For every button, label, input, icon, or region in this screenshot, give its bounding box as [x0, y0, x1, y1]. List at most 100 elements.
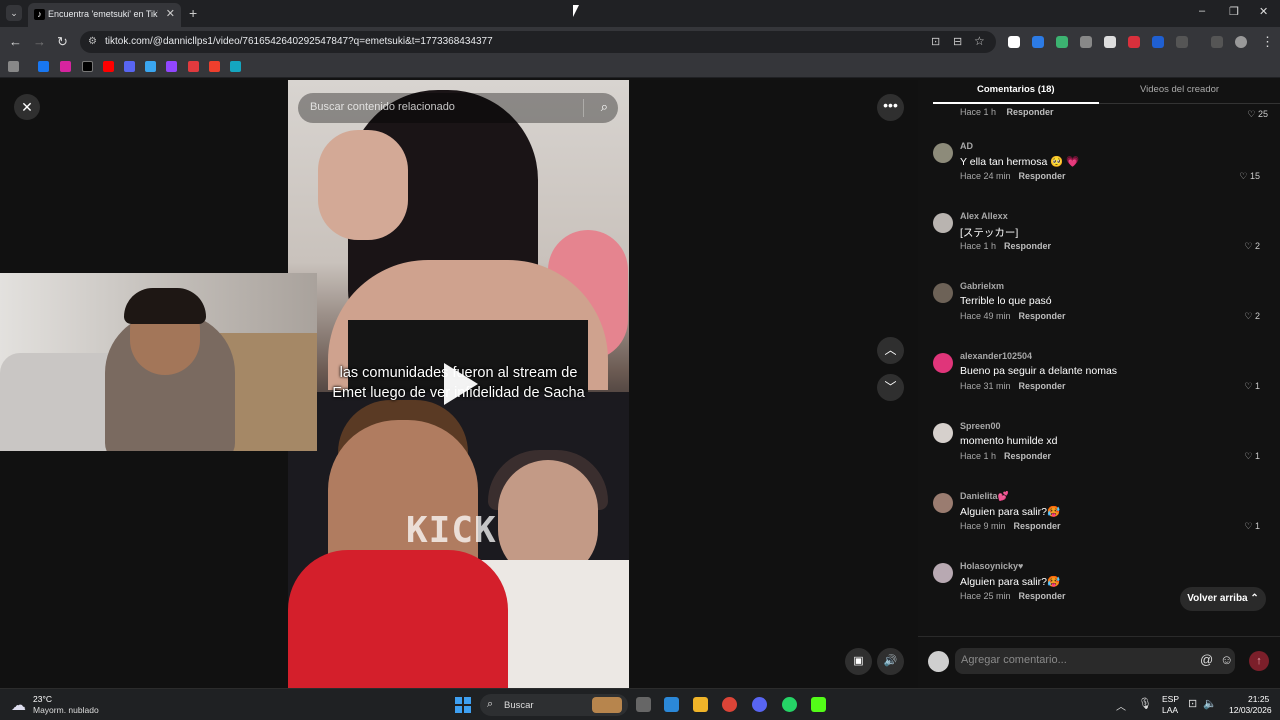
- windows-start-icon[interactable]: [455, 697, 471, 713]
- whatsapp-icon[interactable]: [782, 697, 797, 712]
- previous-video-button[interactable]: ︿: [877, 337, 904, 364]
- comment-username[interactable]: Alex Allexx: [960, 211, 1008, 221]
- more-options-button[interactable]: •••: [877, 94, 904, 121]
- language-indicator[interactable]: ESP: [1162, 694, 1179, 704]
- like-count[interactable]: ♡ 25: [1247, 109, 1268, 120]
- reload-icon[interactable]: ↻: [57, 34, 68, 50]
- play-icon[interactable]: [444, 363, 478, 405]
- extension-icon[interactable]: [1080, 36, 1092, 48]
- close-window-button[interactable]: ✕: [1259, 5, 1268, 18]
- extension-icon[interactable]: [1032, 36, 1044, 48]
- twitch-icon[interactable]: [166, 61, 177, 72]
- like-count[interactable]: ♡ 1: [1244, 451, 1260, 462]
- tab-search-dropdown[interactable]: ⌄: [6, 5, 22, 21]
- shield-extension-icon[interactable]: [1056, 36, 1068, 48]
- reply-button[interactable]: Responder: [1019, 171, 1066, 181]
- bookmark-icon[interactable]: [145, 61, 156, 72]
- emoji-icon[interactable]: ☺: [1220, 652, 1233, 667]
- bookmark-star-icon[interactable]: ☆: [974, 34, 985, 48]
- browser-tab[interactable]: ♪ Encuentra 'emetsuki' en TikTok ✕: [28, 3, 181, 27]
- reply-button[interactable]: Responder: [1004, 451, 1051, 461]
- instagram-icon[interactable]: [60, 61, 71, 72]
- comment-username[interactable]: Gabrielxm: [960, 281, 1004, 291]
- avatar[interactable]: [933, 283, 953, 303]
- address-bar[interactable]: ⚙ tiktok.com/@dannicllps1/video/76165426…: [80, 31, 996, 53]
- bookmark-icon[interactable]: [124, 61, 135, 72]
- store-icon[interactable]: [664, 697, 679, 712]
- like-count[interactable]: ♡ 1: [1244, 521, 1260, 532]
- comment-input[interactable]: Agregar comentario... @ ☺: [955, 648, 1235, 674]
- clock-date[interactable]: 12/03/2026: [1229, 705, 1272, 715]
- restore-button[interactable]: ❐: [1229, 5, 1239, 18]
- reply-button[interactable]: Responder: [1007, 107, 1054, 117]
- bookmark-icon[interactable]: [209, 61, 220, 72]
- bookmark-icon[interactable]: [188, 61, 199, 72]
- avatar[interactable]: [933, 423, 953, 443]
- minimize-button[interactable]: –: [1199, 5, 1205, 17]
- reading-list-icon[interactable]: [1211, 36, 1223, 48]
- speaker-icon[interactable]: 🔈: [1203, 697, 1217, 710]
- like-count[interactable]: ♡ 15: [1239, 171, 1260, 182]
- comment-username[interactable]: Danielita💕: [960, 491, 1009, 502]
- tab-creator-videos[interactable]: Videos del creador: [1140, 84, 1219, 95]
- tab-close-icon[interactable]: ✕: [166, 7, 175, 20]
- extension-icon[interactable]: [1104, 36, 1116, 48]
- reply-button[interactable]: Responder: [1004, 241, 1051, 251]
- comment-username[interactable]: Holasoynicky♥: [960, 561, 1023, 571]
- reply-button[interactable]: Responder: [1019, 591, 1066, 601]
- avatar[interactable]: [933, 563, 953, 583]
- like-count[interactable]: ♡ 1: [1244, 381, 1260, 392]
- forward-arrow-icon[interactable]: →: [33, 34, 46, 49]
- like-count[interactable]: ♡ 2: [1244, 241, 1260, 252]
- volume-button[interactable]: 🔊: [877, 648, 904, 675]
- network-icon[interactable]: ⊡: [1188, 697, 1197, 710]
- puzzle-extensions-icon[interactable]: [1176, 36, 1188, 48]
- avatar[interactable]: [933, 213, 953, 233]
- translate-icon[interactable]: ⊡: [931, 35, 940, 48]
- close-video-button[interactable]: ✕: [14, 94, 40, 120]
- like-count[interactable]: ♡ 2: [1244, 311, 1260, 322]
- x-icon[interactable]: [82, 61, 93, 72]
- keyboard-layout-indicator[interactable]: LAA: [1162, 705, 1178, 715]
- back-arrow-icon[interactable]: ←: [9, 34, 22, 49]
- tray-overflow-chevron-icon[interactable]: ︿: [1116, 698, 1126, 713]
- facebook-icon[interactable]: [38, 61, 49, 72]
- reply-button[interactable]: Responder: [1019, 311, 1066, 321]
- avatar[interactable]: [933, 143, 953, 163]
- tab-comments[interactable]: Comentarios (18): [977, 84, 1055, 95]
- avatar[interactable]: [933, 353, 953, 373]
- extension-icon[interactable]: [1008, 36, 1020, 48]
- profile-avatar[interactable]: [1235, 36, 1247, 48]
- file-explorer-icon[interactable]: [693, 697, 708, 712]
- task-view-icon[interactable]: [636, 697, 651, 712]
- taskbar-search[interactable]: ⌕ Buscar: [480, 694, 628, 716]
- cast-icon[interactable]: ⊟: [953, 35, 962, 48]
- search-icon[interactable]: ⌕: [601, 99, 608, 115]
- chrome-icon[interactable]: [722, 697, 737, 712]
- reply-button[interactable]: Responder: [1014, 521, 1061, 531]
- comment-username[interactable]: Spreen00: [960, 421, 1001, 431]
- extension-icon[interactable]: [1152, 36, 1164, 48]
- apps-grid-icon[interactable]: [8, 61, 19, 72]
- weather-cloud-icon[interactable]: ☁: [11, 696, 26, 714]
- back-to-top-button[interactable]: Volver arriba ⌃: [1180, 587, 1266, 611]
- youtube-icon[interactable]: [103, 61, 114, 72]
- extension-icon[interactable]: [1128, 36, 1140, 48]
- weather-description[interactable]: Mayorm. nublado: [33, 705, 99, 715]
- avatar[interactable]: [933, 493, 953, 513]
- weather-temperature[interactable]: 23°C: [33, 694, 52, 704]
- comment-username[interactable]: alexander102504: [960, 351, 1032, 361]
- microphone-icon[interactable]: 🎙: [1138, 697, 1152, 710]
- reply-button[interactable]: Responder: [1019, 381, 1066, 391]
- browser-menu-icon[interactable]: ⋮: [1261, 34, 1274, 50]
- comment-username[interactable]: AD: [960, 141, 973, 151]
- send-arrow-icon[interactable]: ↑: [1249, 651, 1269, 671]
- new-tab-button[interactable]: +: [189, 5, 197, 21]
- clock-time[interactable]: 21:25: [1248, 694, 1269, 704]
- mention-icon[interactable]: @: [1200, 652, 1213, 667]
- discord-icon[interactable]: [752, 697, 767, 712]
- video-frame[interactable]: Buscar contenido relacionado ⌕ las comun…: [288, 80, 629, 688]
- next-video-button[interactable]: ﹀: [877, 374, 904, 401]
- bookmark-icon[interactable]: [230, 61, 241, 72]
- related-search-input[interactable]: Buscar contenido relacionado ⌕: [298, 93, 618, 123]
